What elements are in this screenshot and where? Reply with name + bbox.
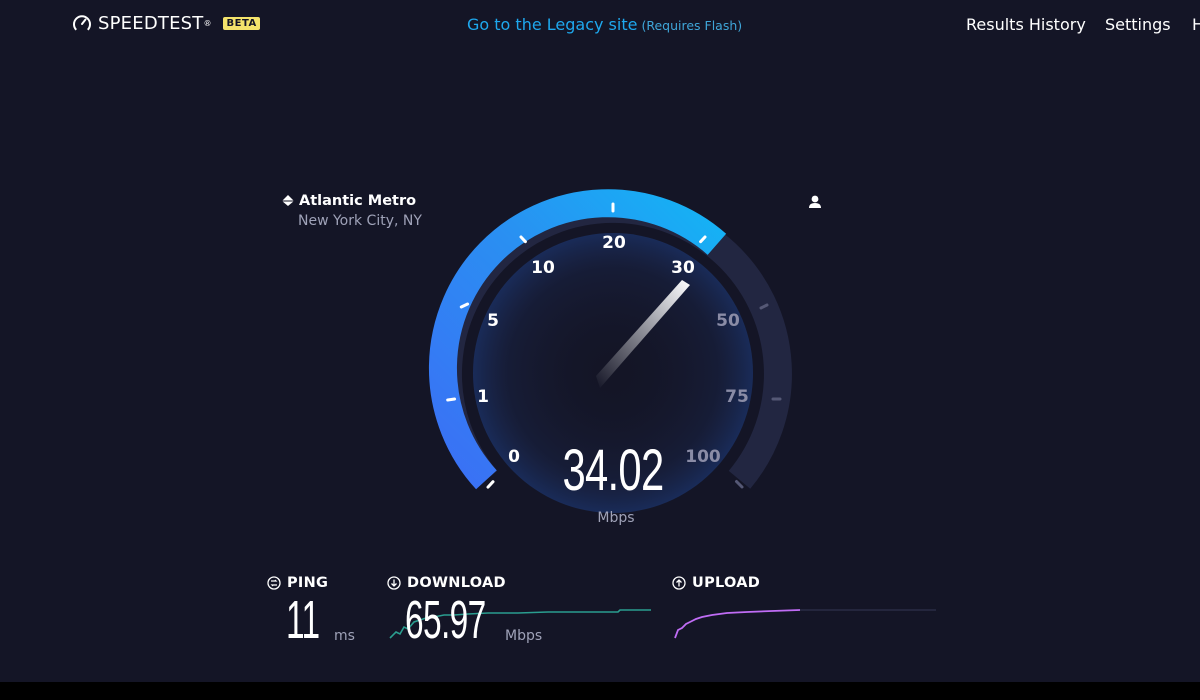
upload-graph-line: [674, 609, 801, 639]
beta-badge: BETA: [223, 17, 260, 30]
gauge-logo-icon: [73, 14, 91, 30]
gauge-label-20: 20: [602, 233, 626, 253]
gauge-label-75: 75: [725, 387, 749, 407]
download-label: DOWNLOAD: [407, 575, 506, 591]
gauge-label-5: 5: [487, 311, 499, 331]
gauge-label-100: 100: [685, 447, 721, 467]
ping-heading: PING: [267, 575, 328, 591]
gauge-label-30: 30: [671, 258, 695, 278]
legacy-site-link[interactable]: Go to the Legacy site (Requires Flash): [467, 15, 742, 34]
top-bar: SPEEDTEST ® BETA Go to the Legacy site (R…: [0, 0, 1200, 50]
speedtest-logo[interactable]: SPEEDTEST ® BETA: [72, 13, 260, 34]
server-location: New York City, NY: [298, 213, 422, 229]
gauge-label-50: 50: [716, 311, 740, 331]
isp-name: Atlantic Metro: [299, 193, 417, 209]
user-icon[interactable]: [806, 193, 824, 211]
ping-label: PING: [287, 575, 329, 591]
nav-settings[interactable]: Settings: [1105, 15, 1171, 34]
gauge-label-1: 1: [477, 387, 489, 407]
server-info[interactable]: Atlantic Metro New York City, NY: [281, 193, 422, 229]
gauge-needle: [596, 280, 690, 388]
bottom-strip: [0, 682, 1200, 700]
speed-gauge: 0 1 5 10 20 30 50 75 100: [0, 0, 1200, 700]
nav-results-history[interactable]: Results History: [966, 15, 1086, 34]
gauge-graphic: [429, 189, 792, 513]
download-value: 65.97: [405, 590, 486, 650]
nav-help[interactable]: H: [1192, 15, 1200, 34]
upload-label: UPLOAD: [692, 575, 761, 591]
ping-unit: ms: [334, 628, 355, 644]
current-speed-value: 34.02: [562, 438, 665, 503]
upload-arrow-icon: [672, 576, 686, 590]
globe-icon: [282, 195, 294, 206]
upload-heading: UPLOAD: [672, 575, 760, 591]
ping-value: 11: [286, 590, 320, 650]
gauge-ticks-inactive: [735, 303, 782, 489]
gauge-label-0: 0: [508, 447, 520, 467]
current-speed-unit: Mbps: [597, 510, 635, 526]
download-unit: Mbps: [505, 628, 543, 644]
ping-icon: [267, 576, 281, 590]
legacy-link-text: Go to the Legacy site: [467, 15, 638, 34]
download-heading: DOWNLOAD: [387, 575, 506, 591]
gauge-label-10: 10: [531, 258, 555, 278]
download-arrow-icon: [387, 576, 401, 590]
upload-speed-graph: [674, 609, 936, 639]
logo-text: SPEEDTEST: [98, 13, 204, 34]
legacy-link-note: (Requires Flash): [641, 18, 743, 33]
trademark-mark: ®: [203, 19, 212, 28]
